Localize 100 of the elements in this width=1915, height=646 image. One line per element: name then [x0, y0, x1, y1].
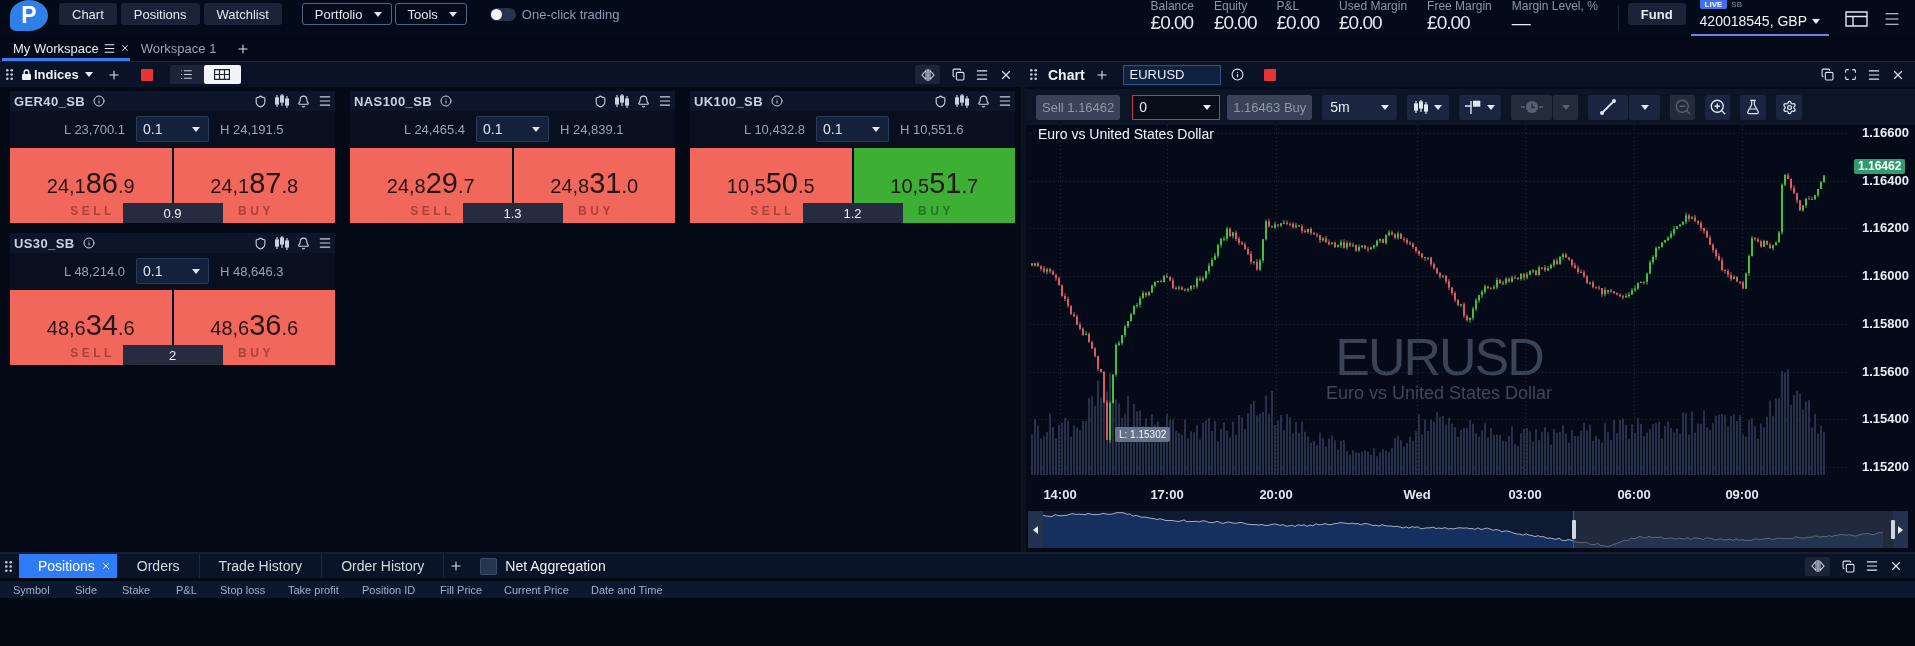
menu-icon[interactable]	[318, 94, 332, 108]
chart-tool-button[interactable]	[1407, 94, 1450, 120]
stat-value: £0.00	[1427, 12, 1470, 34]
restore-icon[interactable]	[1821, 68, 1834, 81]
settings-icon	[1781, 99, 1797, 115]
close-icon[interactable]	[1889, 559, 1903, 573]
net-aggregation-checkbox[interactable]	[480, 557, 498, 575]
symbol-field[interactable]: EURUSD	[1122, 64, 1221, 85]
bell-icon[interactable]	[637, 94, 650, 108]
close-icon[interactable]	[119, 43, 130, 53]
one-click-toggle[interactable]	[489, 8, 516, 21]
quantity-dropdown[interactable]: 0.1	[136, 258, 209, 284]
add-icon[interactable]	[449, 559, 464, 573]
range-handle[interactable]	[1891, 520, 1895, 539]
list-view-button[interactable]	[169, 65, 204, 84]
low-marker: L: 1.15302	[1115, 427, 1171, 442]
chart-tool-button[interactable]	[1776, 94, 1803, 120]
add-icon[interactable]	[236, 42, 251, 56]
watchlist-selector[interactable]: Indices	[34, 67, 93, 82]
caret-icon	[1640, 104, 1649, 110]
nav-button[interactable]: Chart	[59, 3, 117, 25]
menu-dropdown[interactable]: Portfolio	[301, 3, 392, 25]
drag-handle-icon[interactable]	[1030, 69, 1037, 80]
scroll-left-button[interactable]	[1028, 511, 1043, 548]
range-handle[interactable]	[1572, 520, 1576, 539]
menu-icon[interactable]	[1865, 559, 1879, 573]
grid-view-icon	[214, 69, 231, 80]
fund-button[interactable]: Fund	[1627, 3, 1686, 25]
menu-dropdown[interactable]: Tools	[394, 3, 467, 25]
panel-tab[interactable]: Order History	[322, 554, 445, 578]
high-price: H 48,646.3	[220, 263, 284, 279]
chart-tool-button[interactable]	[1740, 94, 1767, 120]
info-icon[interactable]	[1230, 68, 1244, 81]
menu-icon[interactable]	[998, 94, 1012, 108]
shield-icon[interactable]	[254, 236, 267, 250]
panel-tab[interactable]: Positions	[19, 554, 118, 578]
link-swatch-icon[interactable]	[140, 68, 153, 81]
column-header[interactable]: Symbol	[13, 583, 75, 596]
column-header[interactable]: Date and Time	[591, 583, 711, 596]
instrument-name: US30_SB	[14, 235, 75, 251]
bell-icon[interactable]	[297, 236, 310, 250]
menu-icon[interactable]	[658, 94, 672, 108]
grid-view-button[interactable]	[203, 65, 241, 84]
split-view-button[interactable]	[915, 65, 940, 84]
add-icon[interactable]	[1094, 67, 1109, 82]
link-swatch-icon[interactable]	[1263, 68, 1276, 81]
chart-tool-button[interactable]	[1705, 94, 1731, 120]
quantity-field[interactable]: 0	[1132, 94, 1221, 120]
column-header[interactable]: Side	[75, 583, 122, 596]
tool-menu-button[interactable]	[1629, 94, 1661, 120]
menu-icon[interactable]	[102, 41, 116, 55]
restore-icon[interactable]	[952, 68, 965, 81]
scroll-right-button[interactable]	[1893, 511, 1908, 548]
quantity-dropdown[interactable]: 0.1	[816, 116, 889, 142]
bell-icon[interactable]	[297, 94, 310, 108]
shield-icon[interactable]	[254, 94, 267, 108]
layout-icon[interactable]	[1845, 11, 1868, 27]
stat-label: Free Margin	[1427, 0, 1492, 12]
logo[interactable]: P	[10, 0, 48, 31]
info-icon[interactable]	[93, 95, 106, 107]
quantity-dropdown[interactable]: 0.1	[476, 116, 549, 142]
column-header[interactable]: Current Price	[504, 583, 591, 596]
chart-tool-button[interactable]	[1459, 94, 1502, 120]
quantity-dropdown[interactable]: 0.1	[136, 116, 209, 142]
panel-tab[interactable]: Orders	[117, 554, 200, 578]
column-header[interactable]: Fill Price	[440, 583, 504, 596]
restore-icon[interactable]	[1842, 559, 1855, 573]
info-icon[interactable]	[82, 237, 95, 249]
spread-value: 2	[122, 345, 223, 365]
nav-button[interactable]: Positions	[120, 3, 200, 25]
menu-icon[interactable]	[1883, 10, 1901, 28]
panel-tab[interactable]: Trade History	[199, 554, 323, 578]
low-price: L 24,465.4	[404, 121, 465, 137]
fullscreen-icon[interactable]	[1844, 68, 1857, 81]
menu-icon[interactable]	[318, 236, 332, 250]
info-icon[interactable]	[440, 95, 453, 107]
bell-icon[interactable]	[977, 94, 990, 108]
column-header[interactable]: Stake	[122, 583, 176, 596]
split-view-button[interactable]	[1805, 556, 1830, 576]
buy-quote-button[interactable]: 1.16463 Buy	[1227, 94, 1313, 120]
menu-icon[interactable]	[975, 67, 989, 82]
info-icon[interactable]	[770, 95, 783, 107]
drag-handle-icon[interactable]	[5, 560, 12, 572]
time-axis-label: Wed	[1403, 487, 1431, 502]
time-axis-label: 14:00	[1043, 487, 1077, 502]
account-selector[interactable]: LIVE SB 420018545, GBP	[1690, 0, 1829, 36]
chart-tool-button[interactable]	[1588, 94, 1629, 120]
drag-handle-icon[interactable]	[6, 69, 13, 80]
interval-dropdown[interactable]: 5m	[1322, 94, 1398, 120]
candlestick-icon	[1414, 100, 1429, 114]
column-header[interactable]: Stop loss	[220, 583, 288, 596]
nav-button[interactable]: Watchlist	[203, 3, 282, 25]
column-header[interactable]: Take profit	[288, 583, 362, 596]
menu-icon[interactable]	[1867, 67, 1881, 82]
add-icon[interactable]	[106, 67, 121, 82]
column-header[interactable]: P&L	[176, 583, 220, 596]
column-header[interactable]: Position ID	[362, 583, 440, 596]
shield-icon[interactable]	[934, 94, 947, 108]
shield-icon[interactable]	[594, 94, 607, 108]
workspace-tab[interactable]: Workspace 1	[129, 38, 225, 61]
